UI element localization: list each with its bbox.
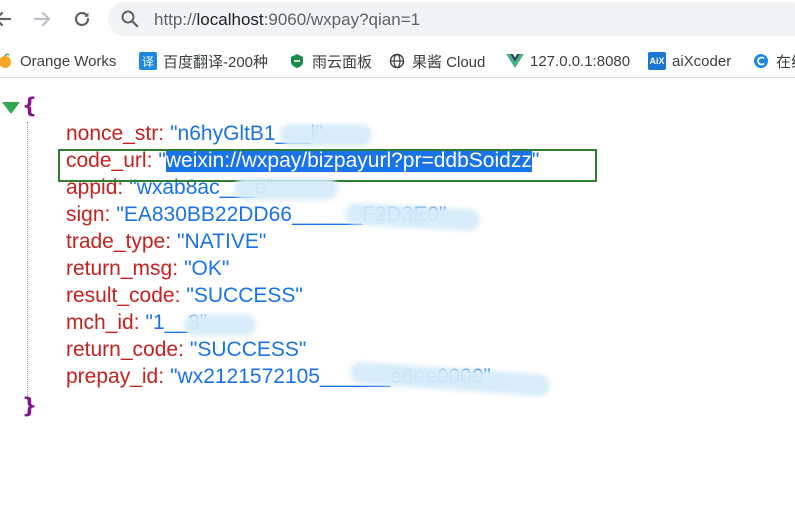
json-value: "OK"	[184, 257, 230, 280]
json-quote: "	[158, 149, 166, 172]
json-key: trade_type	[66, 230, 166, 253]
reload-button[interactable]	[67, 4, 97, 34]
bookmark-rainyun[interactable]: 雨云面板	[288, 50, 372, 72]
json-colon: :	[117, 176, 124, 199]
json-row-code-url: code_url: "weixin://wxpay/bizpayurl?pr=dd…	[66, 148, 539, 174]
json-row-mch-id: mch_id: "1__3"	[66, 310, 207, 336]
bookmark-label: 127.0.0.1:8080	[530, 52, 631, 70]
collapse-triangle-icon[interactable]	[2, 101, 20, 114]
forward-arrow-icon	[32, 9, 52, 29]
search-icon	[120, 9, 140, 34]
json-value: "NATIVE"	[177, 230, 267, 253]
json-key: nonce_str	[66, 122, 159, 145]
bookmark-online[interactable]: 在线	[752, 50, 795, 72]
json-open-brace: {	[22, 94, 37, 118]
bookmarks-bar: Orange Works 译 百度翻译-200种 雨云面板 果酱 Cloud 1…	[0, 44, 795, 78]
globe-icon	[388, 52, 406, 70]
json-quote: "	[531, 149, 540, 172]
bookmark-label: 百度翻译-200种	[163, 53, 269, 71]
json-colon: :	[172, 257, 179, 280]
json-key: return_code	[66, 338, 179, 361]
bookmark-aixcoder[interactable]: AiX aiXcoder	[648, 50, 731, 72]
bookmark-label: 雨云面板	[312, 53, 373, 71]
json-colon: :	[174, 284, 181, 307]
json-value: "n6hyGltB1___l"	[170, 122, 323, 145]
json-value: "SUCCESS"	[189, 338, 307, 361]
json-key: code_url	[66, 149, 147, 172]
c-icon	[752, 52, 770, 70]
json-row-prepay-id: prepay_id: "wx2121572105______e6ee0000"	[66, 364, 491, 390]
rainyun-icon	[288, 52, 306, 70]
json-row-return-code: return_code: "SUCCESS"	[66, 337, 306, 363]
browser-toolbar: http://localhost:9060/wxpay?qian=1	[0, 0, 795, 38]
forward-button[interactable]	[27, 4, 57, 34]
json-value: "wxab8ac___e"	[129, 176, 274, 199]
json-colon: :	[158, 365, 165, 388]
json-key: return_msg	[66, 257, 173, 280]
json-value: "wx2121572105______e6ee0000"	[170, 365, 491, 388]
json-key: mch_id	[66, 311, 134, 334]
url-path: :9060/wxpay?qian=1	[263, 10, 421, 29]
json-key: prepay_id	[66, 365, 159, 388]
json-row-appid: appid: "wxab8ac___e"	[66, 175, 274, 201]
address-bar[interactable]: http://localhost:9060/wxpay?qian=1	[108, 2, 795, 36]
json-key: appid	[66, 176, 118, 199]
bookmark-label: aiXcoder	[672, 52, 732, 70]
json-colon: :	[146, 149, 153, 172]
url-host: localhost	[196, 10, 264, 29]
json-colon: :	[133, 311, 140, 334]
bookmark-guojiang-cloud[interactable]: 果酱 Cloud	[388, 50, 485, 72]
json-row-return-msg: return_msg: "OK"	[66, 256, 229, 282]
translate-icon: 译	[139, 52, 157, 70]
bookmark-orange-works[interactable]: Orange Works	[0, 50, 116, 72]
json-value-selected[interactable]: weixin://wxpay/bizpayurl?pr=ddbSoidzz	[165, 149, 532, 172]
orange-icon	[0, 52, 14, 70]
indent-guide	[27, 122, 28, 396]
json-value: "SUCCESS"	[186, 284, 303, 307]
json-close-brace: }	[22, 394, 37, 418]
reload-icon	[72, 9, 92, 29]
bookmark-label: 在线	[776, 53, 795, 71]
back-button[interactable]	[0, 4, 18, 34]
json-colon: :	[158, 122, 165, 145]
aixcoder-icon: AiX	[648, 52, 666, 70]
json-row-sign: sign: "EA830BB22DD66______F2D3E0"	[66, 202, 447, 228]
bookmark-baidu-translate[interactable]: 译 百度翻译-200种	[139, 50, 268, 72]
json-key: result_code	[66, 284, 175, 307]
bookmark-localhost-8080[interactable]: 127.0.0.1:8080	[506, 50, 630, 72]
url-scheme: http://	[154, 10, 197, 29]
json-key: sign	[66, 203, 105, 226]
json-colon: :	[178, 338, 184, 361]
url-text[interactable]: http://localhost:9060/wxpay?qian=1	[154, 10, 420, 29]
vue-icon	[506, 52, 524, 70]
bookmark-label: 果酱 Cloud	[412, 53, 486, 71]
json-value: "1__3"	[145, 311, 208, 334]
json-row-result-code: result_code: "SUCCESS"	[66, 283, 303, 309]
json-colon: :	[104, 203, 111, 226]
bookmark-label: Orange Works	[20, 52, 117, 70]
json-colon: :	[165, 230, 172, 253]
json-row-trade-type: trade_type: "NATIVE"	[66, 229, 266, 255]
back-arrow-icon	[0, 9, 13, 29]
json-row-nonce-str: nonce_str: "n6hyGltB1___l"	[66, 121, 323, 147]
json-value: "EA830BB22DD66______F2D3E0"	[116, 203, 447, 226]
